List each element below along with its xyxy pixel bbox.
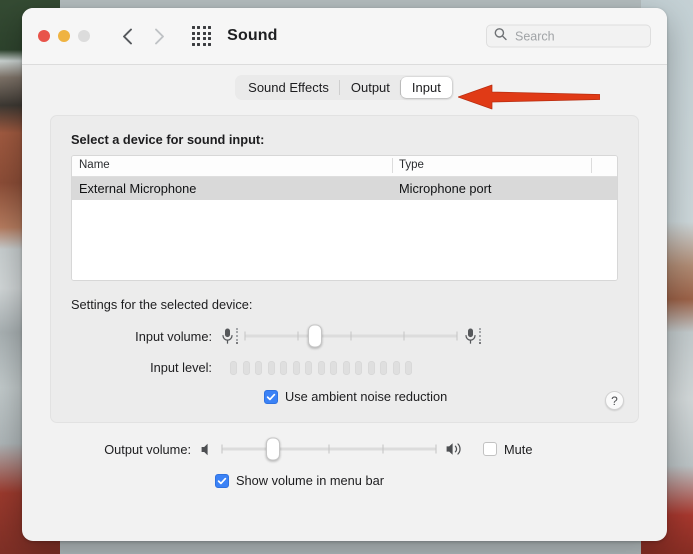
input-level-meter (230, 360, 412, 375)
ambient-noise-label: Use ambient noise reduction (285, 389, 448, 404)
level-segment (342, 360, 350, 375)
ambient-noise-row[interactable]: Use ambient noise reduction (264, 389, 618, 404)
level-segment (230, 360, 237, 375)
table-header-row: Name Type (72, 156, 617, 177)
slider-tick (244, 331, 246, 341)
slider-tick (328, 444, 330, 454)
slider-thumb[interactable] (266, 437, 281, 461)
navigation-buttons (116, 25, 170, 47)
checkmark-icon (266, 393, 276, 400)
slider-tick (221, 444, 223, 454)
slider-tick (350, 331, 352, 341)
speaker-mute-icon (200, 442, 215, 457)
level-segment (292, 360, 300, 375)
show-volume-label: Show volume in menu bar (236, 473, 384, 488)
output-volume-label: Output volume: (104, 441, 191, 457)
ambient-noise-checkbox[interactable] (264, 389, 278, 404)
output-volume-slider[interactable] (221, 437, 437, 461)
search-field[interactable] (486, 24, 651, 48)
output-volume-row: Output volume: Mute (50, 437, 639, 461)
column-header-name[interactable]: Name (72, 156, 392, 176)
table-empty-area[interactable] (72, 200, 617, 280)
help-button[interactable]: ? (605, 391, 624, 410)
show-volume-checkbox[interactable] (215, 473, 229, 488)
show-volume-row[interactable]: Show volume in menu bar (215, 473, 639, 488)
settings-section-title: Settings for the selected device: (71, 297, 253, 312)
level-segment (380, 360, 387, 375)
tab-bar: Sound Effects Output Input (22, 65, 667, 109)
segmented-control: Sound Effects Output Input (235, 74, 454, 100)
mute-checkbox[interactable] (483, 442, 497, 456)
input-level-row: Input level: (71, 360, 618, 375)
quiet-level-dots (236, 327, 238, 345)
search-icon (494, 27, 507, 45)
speaker-loud-icon (445, 441, 467, 457)
minimize-button[interactable] (58, 30, 70, 42)
search-input[interactable] (513, 28, 643, 44)
table-row[interactable]: External Microphone Microphone port (72, 177, 617, 200)
level-segment (367, 360, 375, 375)
traffic-lights (38, 30, 90, 42)
level-segment (355, 360, 362, 375)
slider-tick (435, 444, 437, 454)
loud-level-dots (479, 327, 481, 345)
slider-tick (403, 331, 405, 341)
level-segment (255, 360, 262, 375)
device-type-cell: Microphone port (399, 181, 492, 196)
tab-sound-effects[interactable]: Sound Effects (237, 77, 340, 98)
zoom-button[interactable] (78, 30, 90, 42)
level-segment (330, 360, 337, 375)
level-segment (392, 360, 400, 375)
microphone-quiet-icon (221, 327, 238, 345)
footer-section: Output volume: Mute Show volume in menu … (22, 437, 667, 488)
tab-input[interactable]: Input (400, 76, 452, 98)
back-chevron-icon[interactable] (116, 25, 138, 47)
input-volume-label: Input volume: (135, 328, 212, 344)
slider-tick (456, 331, 458, 341)
input-volume-slider[interactable] (244, 324, 458, 348)
checkmark-icon (217, 477, 227, 484)
show-all-preferences-grid-icon[interactable] (192, 26, 212, 46)
microphone-loud-icon (464, 327, 481, 345)
slider-thumb[interactable] (307, 324, 322, 348)
level-segment (267, 360, 275, 375)
panel-title: Select a device for sound input: (71, 132, 265, 147)
slider-tick (382, 444, 383, 454)
sound-preferences-window: Sound Sound Effects Output Input Select … (22, 8, 667, 541)
input-volume-row: Input volume: (71, 324, 618, 348)
window-titlebar: Sound (22, 8, 667, 65)
mute-label: Mute (504, 441, 533, 457)
device-name-cell: External Microphone (79, 181, 197, 196)
level-segment (242, 360, 250, 375)
level-segment (280, 360, 287, 375)
close-button[interactable] (38, 30, 50, 42)
slider-tick (297, 331, 299, 341)
tab-output[interactable]: Output (340, 77, 401, 98)
page-title: Sound (227, 27, 278, 44)
forward-chevron-icon[interactable] (148, 25, 170, 47)
input-settings-panel: Select a device for sound input: Name Ty… (50, 115, 639, 423)
column-header-type[interactable]: Type (392, 156, 591, 176)
column-header-extra[interactable] (591, 156, 617, 176)
input-level-label: Input level: (150, 360, 212, 375)
level-segment (405, 360, 412, 375)
level-segment (305, 360, 312, 375)
level-segment (317, 360, 325, 375)
device-table[interactable]: Name Type External Microphone Microphone… (71, 155, 618, 281)
